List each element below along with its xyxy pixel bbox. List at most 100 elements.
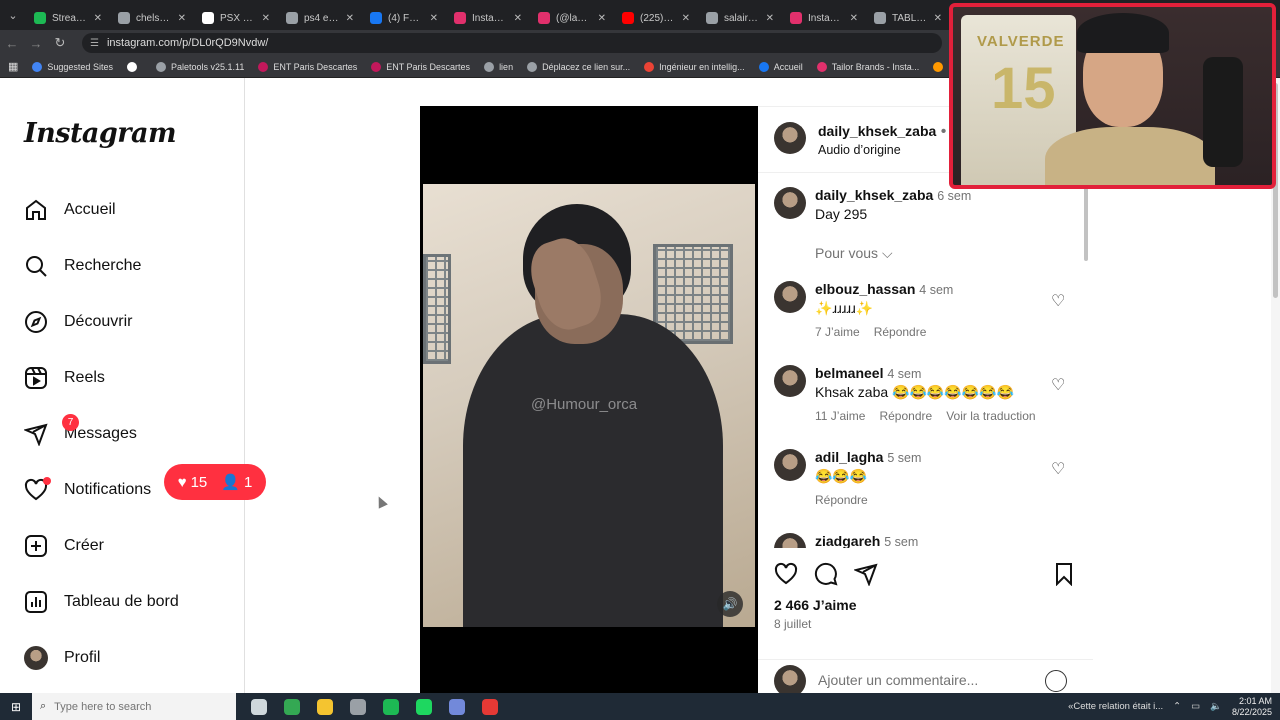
address-bar[interactable]: ☰ instagram.com/p/DL0rQD9Nvdw/ (82, 33, 942, 53)
bookmark-item[interactable]: Accueil (758, 61, 803, 72)
tab-close-icon[interactable]: ✕ (934, 13, 942, 24)
notifications-popup[interactable]: ♥ 15 👤 1 (164, 464, 266, 500)
notification-preview[interactable]: «Cette relation était i... (1068, 701, 1163, 712)
bookmark-item[interactable]: Ingénieur en intellig... (644, 61, 745, 72)
tab-close-icon[interactable]: ✕ (262, 13, 270, 24)
comment-username[interactable]: adil_lagha (815, 449, 883, 465)
comment-likes[interactable]: 11 J’aime (815, 409, 865, 423)
bookmark-item[interactable]: Tailor Brands - Insta... (816, 61, 919, 72)
browser-tab[interactable]: salaire ba ✕ (698, 6, 782, 30)
taskbar-app-file-explorer[interactable] (308, 698, 341, 715)
likes-count[interactable]: 2 466 J’aime (774, 597, 857, 613)
bookmark-item[interactable]: Paletools v25.1.11 (155, 61, 244, 72)
browser-tab[interactable]: TABLETTE ✕ (866, 6, 950, 30)
comment-input[interactable] (818, 672, 1038, 688)
nav-messages[interactable]: 7 Messages (24, 414, 137, 446)
comment-like-heart-icon[interactable]: ♡ (1051, 291, 1065, 311)
browser-tab[interactable]: (@laminey ✕ (530, 6, 614, 30)
network-icon[interactable]: ▭ (1191, 701, 1200, 712)
tab-close-icon[interactable]: ✕ (850, 13, 858, 24)
tab-close-icon[interactable]: ✕ (514, 13, 522, 24)
translate-button[interactable]: Voir la traduction (946, 409, 1035, 423)
tab-close-icon[interactable]: ✕ (766, 13, 774, 24)
tab-close-icon[interactable]: ✕ (430, 13, 438, 24)
audio-label[interactable]: Audio d’origine (818, 143, 960, 157)
tab-close-icon[interactable]: ✕ (598, 13, 606, 24)
forward-icon[interactable]: → (24, 36, 48, 51)
post-video[interactable]: @Humour_orca 🔊 (423, 184, 755, 627)
post-media[interactable]: @Humour_orca 🔊 (420, 106, 758, 693)
browser-tab[interactable]: Instagram ✕ (782, 6, 866, 30)
instagram-logo[interactable]: Instagram (24, 118, 177, 149)
comment-username[interactable]: ziadgareh (815, 533, 880, 548)
taskbar-app-spotify[interactable] (407, 698, 440, 715)
chevron-up-icon[interactable]: ⌃ (1173, 701, 1181, 712)
bookmark-item[interactable] (126, 61, 142, 72)
taskbar-app-discord[interactable] (440, 698, 473, 715)
nav-create[interactable]: Créer (24, 534, 104, 558)
taskbar-app-chrome[interactable] (275, 698, 308, 715)
nav-profile[interactable]: Profil (24, 646, 100, 670)
comment-avatar[interactable] (774, 365, 806, 397)
reply-button[interactable]: Répondre (874, 325, 927, 339)
taskbar-app-task-view[interactable] (242, 698, 275, 715)
clock[interactable]: 2:01 AM 8/22/2025 (1232, 696, 1272, 718)
reply-button[interactable]: Répondre (815, 493, 868, 507)
bookmark-item[interactable]: lien (484, 61, 513, 72)
caption-username[interactable]: daily_khsek_zaba (815, 187, 933, 203)
like-heart-icon[interactable] (774, 562, 798, 586)
bookmark-item[interactable]: ENT Paris Descartes (371, 61, 470, 72)
comment-avatar[interactable] (774, 533, 806, 548)
comments-list[interactable]: daily_khsek_zaba 6 sem Day 295 Pour vous… (758, 173, 1093, 548)
comment-avatar[interactable] (774, 281, 806, 313)
emoji-icon[interactable] (1045, 670, 1067, 692)
comment-likes[interactable]: 7 J’aime (815, 325, 860, 339)
comments-scrollbar[interactable] (1084, 183, 1088, 261)
taskbar-search-input[interactable] (46, 693, 237, 720)
caption-avatar[interactable] (774, 187, 806, 219)
taskbar-search[interactable]: ⌕ (32, 693, 237, 720)
volume-icon[interactable]: 🔊 (717, 591, 743, 617)
nav-reels[interactable]: Reels (24, 366, 105, 390)
bookmark-icon[interactable] (1052, 562, 1076, 586)
browser-tab[interactable]: (4) Facebo ✕ (362, 6, 446, 30)
windows-start-icon[interactable]: ⊞ (0, 700, 32, 714)
volume-icon[interactable]: 🔈 (1210, 701, 1222, 712)
reload-icon[interactable]: ↻ (48, 35, 72, 51)
comment-like-heart-icon[interactable]: ♡ (1051, 375, 1065, 395)
comment-username[interactable]: elbouz_hassan (815, 281, 915, 297)
browser-tab[interactable]: chelsea th ✕ (110, 6, 194, 30)
nav-notifications[interactable]: Notifications (24, 477, 151, 502)
author-username[interactable]: daily_khsek_zaba (818, 123, 936, 139)
comment-bubble-icon[interactable] (814, 562, 838, 586)
author-avatar[interactable] (774, 122, 806, 154)
browser-tab[interactable]: ps4 exclus ✕ (278, 6, 362, 30)
for-you-dropdown[interactable]: Pour vous ⌵ (815, 245, 893, 262)
browser-tab[interactable]: (225) i8 h ✕ (614, 6, 698, 30)
taskbar-app-app-generic[interactable] (341, 698, 374, 715)
site-info-icon[interactable]: ☰ (90, 38, 99, 49)
tab-search-menu-icon[interactable]: ⌄ (0, 9, 26, 22)
tab-close-icon[interactable]: ✕ (346, 13, 354, 24)
browser-tab[interactable]: PSX (cons ✕ (194, 6, 278, 30)
comment-avatar[interactable] (774, 449, 806, 481)
comment-username[interactable]: belmaneel (815, 365, 883, 381)
nav-dashboard[interactable]: Tableau de bord (24, 590, 179, 614)
back-icon[interactable]: ← (0, 36, 24, 51)
nav-search[interactable]: Recherche (24, 254, 141, 278)
nav-home[interactable]: Accueil (24, 198, 116, 222)
tab-close-icon[interactable]: ✕ (94, 13, 102, 24)
browser-tab[interactable]: Instagram ✕ (446, 6, 530, 30)
bookmark-item[interactable]: Suggested Sites (32, 61, 113, 72)
bookmark-item[interactable]: ENT Paris Descartes (258, 61, 357, 72)
reply-button[interactable]: Répondre (879, 409, 932, 423)
nav-explore[interactable]: Découvrir (24, 310, 132, 334)
share-icon[interactable] (854, 562, 878, 586)
browser-tab[interactable]: Stream - K ✕ (26, 6, 110, 30)
tab-close-icon[interactable]: ✕ (178, 13, 186, 24)
comment-like-heart-icon[interactable]: ♡ (1051, 459, 1065, 479)
taskbar-app-app-red[interactable] (473, 698, 506, 715)
tab-close-icon[interactable]: ✕ (682, 13, 690, 24)
taskbar-app-spotify-green[interactable] (374, 698, 407, 715)
apps-grid-icon[interactable]: ▦ (8, 60, 18, 73)
